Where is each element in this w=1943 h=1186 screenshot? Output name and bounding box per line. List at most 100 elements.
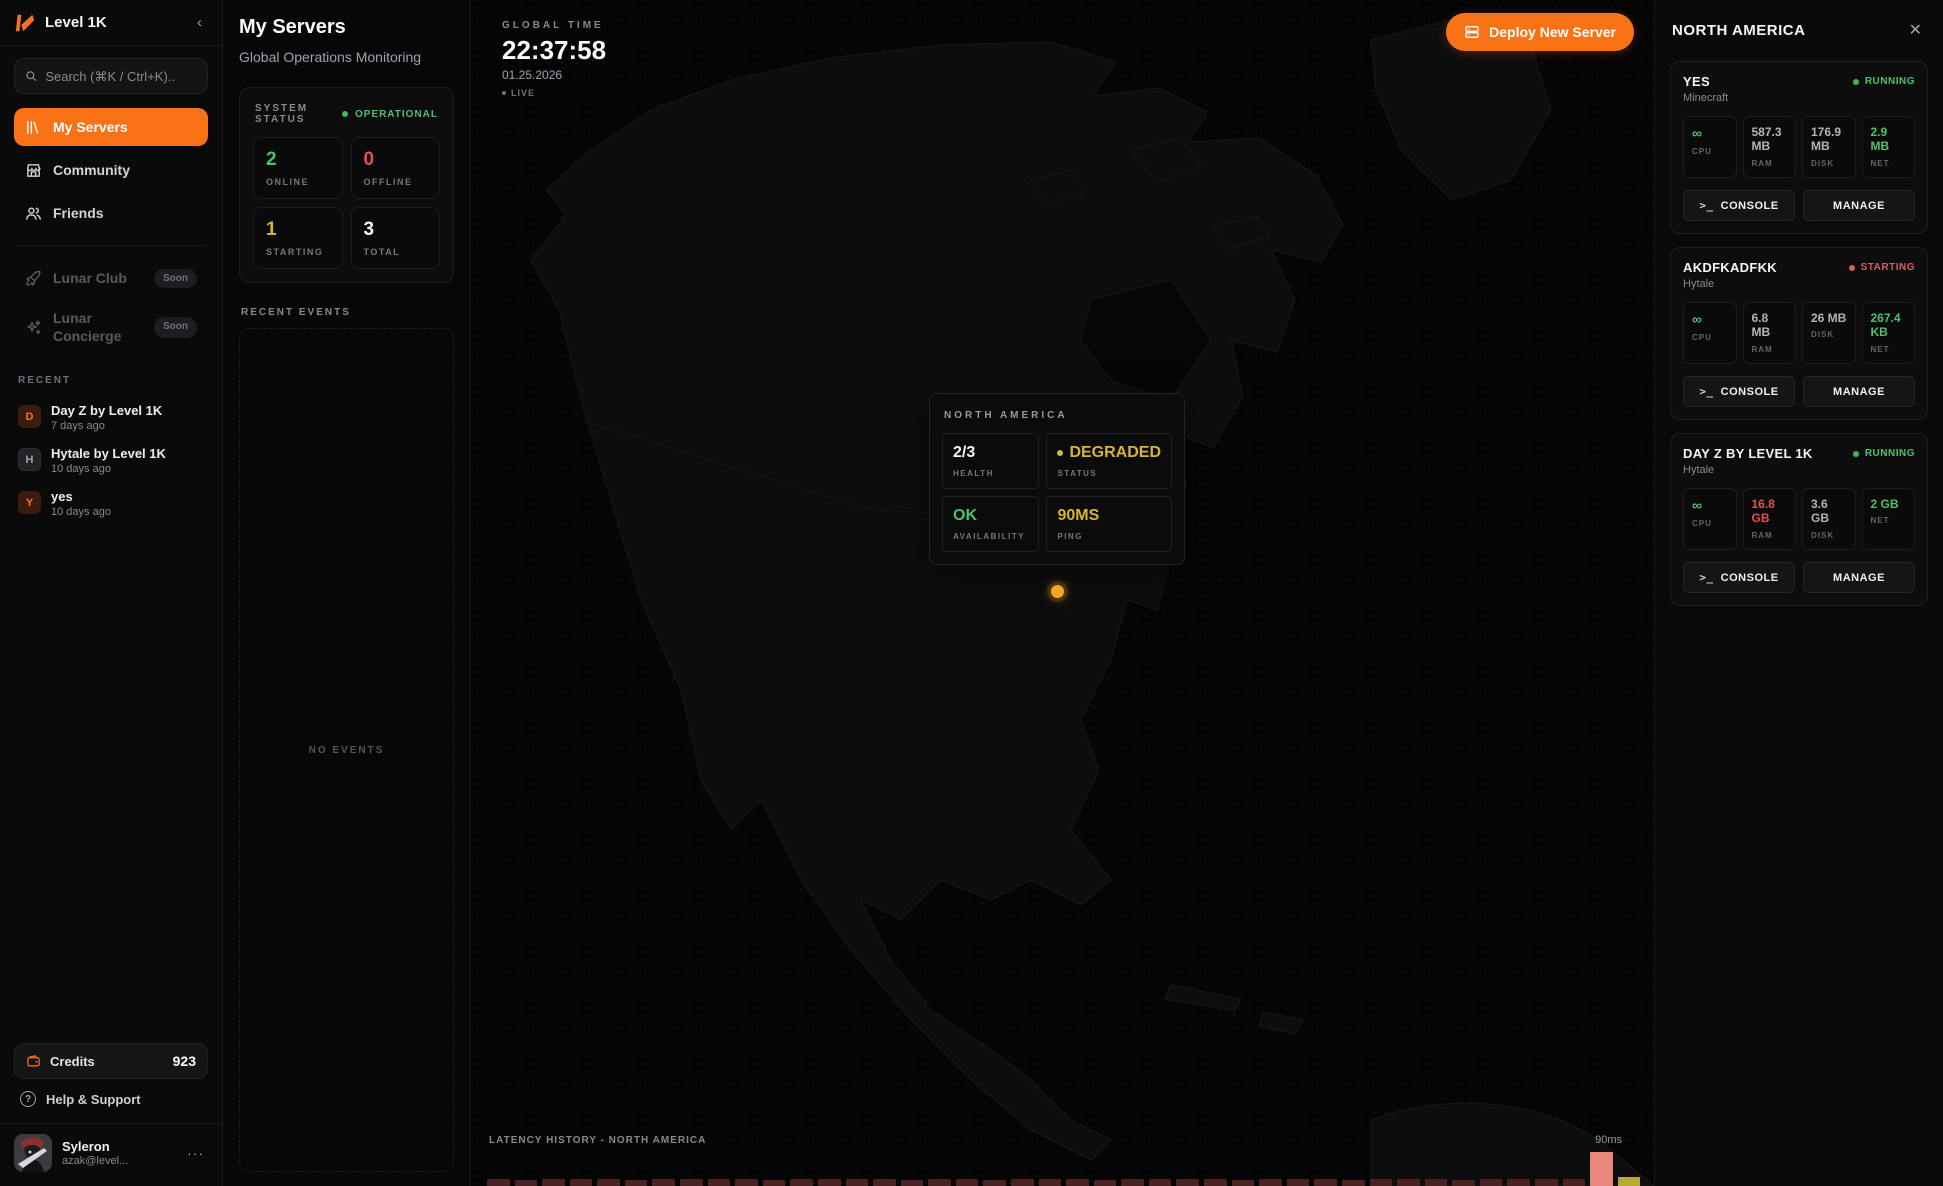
world-map[interactable]: GLOBAL TIME 22:37:58 01.25.2026 LIVE Dep…	[471, 0, 1654, 1186]
net-tile: 267.4 KB NET	[1862, 302, 1916, 364]
latency-bar	[928, 1179, 951, 1186]
latency-bar	[515, 1180, 538, 1186]
users-icon	[25, 205, 42, 222]
avatar	[14, 1134, 52, 1172]
ram-tile: 6.8 MB RAM	[1743, 302, 1797, 364]
stat-offline: 0 OFFLINE	[351, 137, 441, 199]
console-button[interactable]: >_ CONSOLE	[1683, 562, 1795, 593]
latency-bar	[1535, 1179, 1558, 1186]
recent-events-label: RECENT EVENTS	[241, 307, 452, 318]
latency-bar	[956, 1179, 979, 1186]
cpu-tile: ∞ CPU	[1683, 302, 1737, 364]
terminal-prompt-icon: >_	[1699, 571, 1713, 584]
latency-bar	[790, 1179, 813, 1186]
region-panel: NORTH AMERICA ✕ YES Minecraft RUNNING ∞ …	[1654, 0, 1943, 1186]
server-name: YES	[1683, 74, 1728, 89]
search-box[interactable]	[14, 58, 208, 94]
live-indicator: LIVE	[502, 88, 606, 98]
status-dot-icon	[1853, 451, 1859, 457]
latency-bar	[652, 1179, 675, 1186]
sidebar-item-lunar-concierge[interactable]: Lunar Concierge Soon	[14, 302, 208, 353]
latency-bar	[487, 1179, 510, 1186]
tooltip-health: 2/3 HEALTH	[942, 433, 1039, 489]
recent-item[interactable]: H Hytale by Level 1K 10 days ago	[14, 439, 208, 482]
recent-item[interactable]: D Day Z by Level 1K 7 days ago	[14, 396, 208, 439]
latency-bar	[818, 1179, 841, 1186]
sidebar-item-lunar-club[interactable]: Lunar Club Soon	[14, 259, 208, 297]
server-initial-badge: Y	[18, 491, 41, 514]
infinity-icon: ∞	[1692, 497, 1728, 514]
cpu-tile: ∞ CPU	[1683, 116, 1737, 178]
deploy-new-server-button[interactable]: Deploy New Server	[1446, 13, 1634, 51]
latency-bar	[1480, 1179, 1503, 1186]
system-status-card: SYSTEM STATUS OPERATIONAL 2 ONLINE 0 OFF…	[239, 87, 454, 283]
ram-tile: 16.8 GB RAM	[1743, 488, 1797, 550]
console-button[interactable]: >_ CONSOLE	[1683, 376, 1795, 407]
latency-bar	[873, 1179, 896, 1186]
help-support-button[interactable]: ? Help & Support	[14, 1079, 208, 1119]
credits-button[interactable]: Credits 923	[14, 1043, 208, 1079]
user-profile[interactable]: Syleron azak@level... ···	[14, 1134, 208, 1172]
console-button[interactable]: >_ CONSOLE	[1683, 190, 1795, 221]
tooltip-status: DEGRADED STATUS	[1046, 433, 1172, 489]
rocket-icon	[25, 270, 42, 287]
sidebar-item-friends[interactable]: Friends	[14, 194, 208, 232]
server-initial-badge: H	[18, 448, 41, 471]
terminal-prompt-icon: >_	[1699, 385, 1713, 398]
manage-button[interactable]: MANAGE	[1803, 376, 1915, 407]
latency-bar	[846, 1179, 869, 1186]
soon-badge: Soon	[154, 317, 197, 338]
net-tile: 2.9 MB NET	[1862, 116, 1916, 178]
ops-panel: My Servers Global Operations Monitoring …	[223, 0, 471, 1186]
latency-bar	[570, 1179, 593, 1186]
credits-value: 923	[173, 1053, 196, 1069]
region-panel-title: NORTH AMERICA	[1672, 22, 1805, 39]
global-time-date: 01.25.2026	[502, 68, 606, 82]
events-empty-box: NO EVENTS	[239, 328, 454, 1172]
latency-bar	[1176, 1179, 1199, 1186]
sidebar-collapse-icon[interactable]: ‹	[191, 12, 208, 33]
latency-bar	[680, 1179, 703, 1186]
recent-list: D Day Z by Level 1K 7 days ago H Hytale …	[14, 396, 208, 525]
live-dot-icon	[502, 91, 506, 95]
server-status-badge: RUNNING	[1853, 448, 1915, 459]
disk-tile: 26 MB DISK	[1802, 302, 1856, 364]
recent-item[interactable]: Y yes 10 days ago	[14, 482, 208, 525]
latency-bar	[1149, 1179, 1172, 1186]
search-input[interactable]	[45, 69, 197, 84]
user-menu-dots[interactable]: ···	[183, 1141, 208, 1165]
latency-bar	[1370, 1179, 1393, 1186]
question-circle-icon: ?	[20, 1091, 36, 1107]
latency-bar	[1563, 1179, 1586, 1186]
latency-bar	[1314, 1179, 1337, 1186]
sidebar-item-community[interactable]: Community	[14, 151, 208, 189]
global-time-clock: 22:37:58	[502, 35, 606, 66]
stat-starting: 1 STARTING	[253, 207, 343, 269]
server-status-badge: RUNNING	[1853, 76, 1915, 87]
latency-bar	[1011, 1179, 1034, 1186]
close-icon[interactable]: ✕	[1905, 18, 1926, 42]
server-stack-icon	[1464, 24, 1480, 40]
stat-total: 3 TOTAL	[351, 207, 441, 269]
status-dot-icon	[342, 111, 348, 117]
latency-bar	[1342, 1180, 1365, 1186]
manage-button[interactable]: MANAGE	[1803, 562, 1915, 593]
disk-tile: 176.9 MB DISK	[1802, 116, 1856, 178]
sidebar-item-my-servers[interactable]: My Servers	[14, 108, 208, 146]
system-status-label: SYSTEM STATUS	[255, 103, 335, 125]
server-card: DAY Z BY LEVEL 1K Hytale RUNNING ∞ CPU 1…	[1670, 433, 1928, 606]
latency-bar	[1094, 1180, 1117, 1186]
status-dot-icon	[1849, 265, 1855, 271]
server-game: Minecraft	[1683, 92, 1728, 104]
infinity-icon: ∞	[1692, 311, 1728, 328]
latency-bar	[1425, 1179, 1448, 1186]
tooltip-availability: OK AVAILABILITY	[942, 496, 1039, 552]
server-game: Hytale	[1683, 464, 1813, 476]
latency-bar	[1287, 1179, 1310, 1186]
region-marker-dot[interactable]	[1051, 585, 1064, 598]
sidebar-footer: Credits 923 ? Help & Support	[14, 1043, 208, 1172]
latency-bar	[1452, 1180, 1475, 1186]
latency-bar	[1232, 1180, 1255, 1186]
manage-button[interactable]: MANAGE	[1803, 190, 1915, 221]
stat-online: 2 ONLINE	[253, 137, 343, 199]
